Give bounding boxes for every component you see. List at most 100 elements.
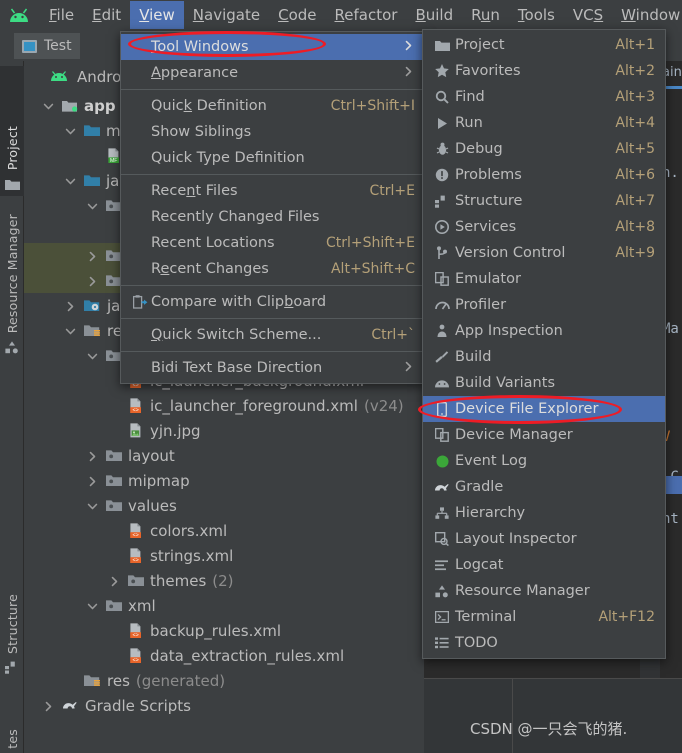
view-menu-item-quick-switch-scheme[interactable]: Quick Switch Scheme... Ctrl+` [121, 322, 425, 348]
menubar-item-window[interactable]: Window [612, 1, 682, 29]
view-menu-item-recent-files[interactable]: Recent Files Ctrl+E [121, 178, 425, 204]
res-folder-icon [83, 673, 101, 688]
chevron-down-icon[interactable] [86, 599, 99, 612]
tree-row[interactable]: values [24, 493, 424, 518]
menubar-item-code[interactable]: Code [269, 1, 325, 29]
view-menu-dropdown[interactable]: Tool Windows Appearance Quick Definition Ct… [120, 31, 426, 384]
view-menu-item-bidi-text-base-direction[interactable]: Bidi Text Base Direction [121, 355, 425, 381]
tree-row-label: data_extraction_rules.xml [150, 646, 345, 665]
chevron-down-icon[interactable] [86, 349, 99, 362]
tool-strip-tab-tes[interactable]: tes [0, 726, 24, 753]
chevron-down-icon[interactable] [64, 124, 77, 137]
hammer-icon [429, 350, 455, 364]
chevron-down-icon[interactable] [86, 199, 99, 212]
tool-windows-item-build-variants[interactable]: Build Variants [423, 370, 665, 396]
menubar-item-edit[interactable]: Edit [83, 1, 130, 29]
tree-row[interactable]: mipmap [24, 468, 424, 493]
tool-windows-item-label: Favorites [455, 63, 521, 79]
tool-windows-item-device-file-explorer[interactable]: Device File Explorer [423, 396, 665, 422]
tree-row-suffix: (v24) [363, 396, 404, 415]
tool-strip-tab-project[interactable]: Project [0, 66, 24, 196]
tree-row[interactable]: yjn.jpg [24, 418, 424, 443]
chevron-right-icon[interactable] [86, 274, 99, 287]
tool-windows-item-run[interactable]: Run Alt+4 [423, 110, 665, 136]
tree-row[interactable]: <> data_extraction_rules.xml [24, 643, 424, 668]
tool-windows-item-terminal[interactable]: Terminal Alt+F12 [423, 604, 665, 630]
tree-row[interactable]: <> colors.xml [24, 518, 424, 543]
emulator-icon [434, 272, 450, 286]
chevron-down-icon[interactable] [86, 499, 99, 512]
tree-row[interactable]: xml [24, 593, 424, 618]
menubar-item-tools[interactable]: Tools [509, 1, 564, 29]
tree-row[interactable]: <> strings.xml [24, 543, 424, 568]
tree-row[interactable]: <> backup_rules.xml [24, 618, 424, 643]
view-menu-item-show-siblings[interactable]: Show Siblings [121, 119, 425, 145]
tool-windows-item-device-manager[interactable]: Device Manager [423, 422, 665, 448]
gradle-icon [61, 699, 79, 712]
menubar-item-view[interactable]: View [130, 1, 184, 29]
tool-windows-item-problems[interactable]: Problems Alt+6 [423, 162, 665, 188]
tool-windows-item-profiler[interactable]: Profiler [423, 292, 665, 318]
tool-strip-tab-structure[interactable]: Structure [0, 591, 24, 679]
menubar-item-build[interactable]: Build [406, 1, 462, 29]
main-menu-bar[interactable]: File Edit View Navigate Code Refactor Build Run… [0, 0, 682, 30]
tool-windows-item-find[interactable]: Find Alt+3 [423, 84, 665, 110]
tool-windows-item-debug[interactable]: Debug Alt+5 [423, 136, 665, 162]
tool-windows-item-version-control[interactable]: Version Control Alt+9 [423, 240, 665, 266]
chevron-right-icon[interactable] [108, 574, 121, 587]
tool-windows-item-project[interactable]: Project Alt+1 [423, 32, 665, 58]
view-menu-item-appearance[interactable]: Appearance [121, 60, 425, 86]
tool-windows-item-hierarchy[interactable]: Hierarchy [423, 500, 665, 526]
tool-windows-item-services[interactable]: Services Alt+8 [423, 214, 665, 240]
tool-windows-item-gradle[interactable]: Gradle [423, 474, 665, 500]
chevron-right-icon[interactable] [86, 474, 99, 487]
module-tab[interactable]: Test [14, 33, 80, 59]
tool-windows-submenu[interactable]: Project Alt+1 Favorites Alt+2 Find Alt+3 Run Al… [422, 29, 666, 659]
view-menu-item-quick-type-definition[interactable]: Quick Type Definition [121, 145, 425, 171]
tool-windows-item-emulator[interactable]: Emulator [423, 266, 665, 292]
menubar-item-navigate[interactable]: Navigate [184, 1, 269, 29]
view-menu-item-shortcut: Ctrl+` [371, 327, 415, 343]
chevron-right-icon[interactable] [42, 699, 55, 712]
tool-windows-item-build[interactable]: Build [423, 344, 665, 370]
tree-row[interactable]: layout [24, 443, 424, 468]
view-menu-item-recently-changed-files[interactable]: Recently Changed Files [121, 204, 425, 230]
emulator-icon [429, 272, 455, 286]
tool-windows-item-todo[interactable]: TODO [423, 630, 665, 656]
menubar-item-run[interactable]: Run [462, 1, 509, 29]
tree-row[interactable]: <> ic_launcher_foreground.xml (v24) [24, 393, 424, 418]
menubar-item-refactor[interactable]: Refactor [326, 1, 407, 29]
left-tool-window-strip[interactable]: Project Resource Manager Structure tes [0, 61, 24, 753]
chevron-right-icon[interactable] [86, 449, 99, 462]
tool-windows-item-label: Terminal [455, 609, 517, 625]
menubar-item-file[interactable]: File [40, 1, 83, 29]
tool-windows-item-logcat[interactable]: Logcat [423, 552, 665, 578]
tree-row[interactable]: Gradle Scripts [24, 693, 424, 718]
tool-windows-item-event-log[interactable]: Event Log [423, 448, 665, 474]
chevron-down-icon[interactable] [64, 324, 77, 337]
tool-windows-item-favorites[interactable]: Favorites Alt+2 [423, 58, 665, 84]
view-menu-item-quick-definition[interactable]: Quick Definition Ctrl+Shift+I [121, 93, 425, 119]
tool-strip-tab-resource-manager[interactable]: Resource Manager [0, 211, 24, 359]
tool-windows-item-app-inspection[interactable]: App Inspection [423, 318, 665, 344]
chevron-down-icon[interactable] [64, 174, 77, 187]
view-menu-item-tool-windows[interactable]: Tool Windows [121, 34, 425, 60]
tool-windows-item-layout-inspector[interactable]: Layout Inspector [423, 526, 665, 552]
view-menu-item-recent-locations[interactable]: Recent Locations Ctrl+Shift+E [121, 230, 425, 256]
tool-windows-item-structure[interactable]: Structure Alt+7 [423, 188, 665, 214]
menubar-item-vcs[interactable]: VCS [564, 1, 612, 29]
tree-row[interactable]: res (generated) [24, 668, 424, 693]
terminal-icon [429, 611, 455, 624]
tool-windows-item-resource-manager[interactable]: Resource Manager [423, 578, 665, 604]
view-menu-item-recent-changes[interactable]: Recent Changes Alt+Shift+C [121, 256, 425, 282]
tree-row[interactable]: themes (2) [24, 568, 424, 593]
folder-icon [429, 38, 455, 52]
view-menu-item-label: Quick Type Definition [151, 150, 305, 166]
chevron-right-icon[interactable] [64, 299, 77, 312]
tree-row-label: yjn.jpg [150, 421, 201, 440]
view-menu-item-compare-with-clipboard[interactable]: Compare with Clipboard [121, 289, 425, 315]
layout-inspector-icon [429, 532, 455, 546]
chevron-right-icon[interactable] [86, 249, 99, 262]
chevron-down-icon[interactable] [42, 99, 55, 112]
phone-icon [434, 401, 450, 417]
